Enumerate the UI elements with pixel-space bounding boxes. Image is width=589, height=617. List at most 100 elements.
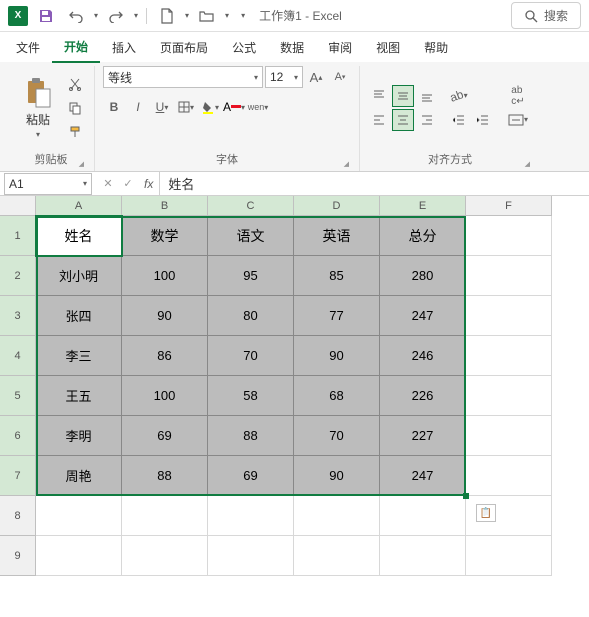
tab-文件[interactable]: 文件	[4, 33, 52, 62]
col-header-E[interactable]: E	[380, 196, 466, 216]
qat-customize-icon[interactable]: ▾	[241, 11, 245, 20]
cell-B6[interactable]: 69	[122, 416, 208, 456]
cell-F4[interactable]	[466, 336, 552, 376]
cell-A3[interactable]: 张四	[36, 296, 122, 336]
col-header-C[interactable]: C	[208, 196, 294, 216]
tab-插入[interactable]: 插入	[100, 33, 148, 62]
decrease-indent-button[interactable]	[448, 109, 470, 131]
cell-D9[interactable]	[294, 536, 380, 576]
name-box[interactable]: A1▾	[4, 173, 92, 195]
row-header-6[interactable]: 6	[0, 416, 36, 456]
row-header-4[interactable]: 4	[0, 336, 36, 376]
cell-F3[interactable]	[466, 296, 552, 336]
fill-color-button[interactable]: ▾	[199, 96, 221, 118]
cell-E4[interactable]: 246	[380, 336, 466, 376]
open-dropdown-icon[interactable]: ▾	[225, 11, 229, 20]
row-header-5[interactable]: 5	[0, 376, 36, 416]
row-header-1[interactable]: 1	[0, 216, 36, 256]
cell-B1[interactable]: 数学	[122, 216, 208, 256]
paste-options-button[interactable]: 📋	[476, 504, 496, 522]
cell-D5[interactable]: 68	[294, 376, 380, 416]
row-header-3[interactable]: 3	[0, 296, 36, 336]
cut-button[interactable]	[64, 73, 86, 95]
cell-E6[interactable]: 227	[380, 416, 466, 456]
tab-公式[interactable]: 公式	[220, 33, 268, 62]
undo-button[interactable]	[64, 4, 88, 28]
cell-C5[interactable]: 58	[208, 376, 294, 416]
formula-input[interactable]: 姓名	[160, 174, 589, 193]
cell-C7[interactable]: 69	[208, 456, 294, 496]
increase-indent-button[interactable]	[472, 109, 494, 131]
open-button[interactable]	[195, 4, 219, 28]
tab-页面布局[interactable]: 页面布局	[148, 33, 220, 62]
undo-dropdown-icon[interactable]: ▾	[94, 11, 98, 20]
cell-C6[interactable]: 88	[208, 416, 294, 456]
cell-B4[interactable]: 86	[122, 336, 208, 376]
italic-button[interactable]: I	[127, 96, 149, 118]
underline-button[interactable]: U▾	[151, 96, 173, 118]
align-middle-button[interactable]	[392, 85, 414, 107]
select-all-corner[interactable]	[0, 196, 36, 216]
cell-F6[interactable]	[466, 416, 552, 456]
cell-A5[interactable]: 王五	[36, 376, 122, 416]
cell-D3[interactable]: 77	[294, 296, 380, 336]
col-header-F[interactable]: F	[466, 196, 552, 216]
col-header-D[interactable]: D	[294, 196, 380, 216]
cell-C8[interactable]	[208, 496, 294, 536]
cell-E3[interactable]: 247	[380, 296, 466, 336]
cell-C4[interactable]: 70	[208, 336, 294, 376]
cell-B8[interactable]	[122, 496, 208, 536]
align-right-button[interactable]	[416, 109, 438, 131]
copy-button[interactable]	[64, 97, 86, 119]
cell-C9[interactable]	[208, 536, 294, 576]
cell-F1[interactable]	[466, 216, 552, 256]
orientation-button[interactable]: ab▾	[448, 85, 470, 107]
cell-E1[interactable]: 总分	[380, 216, 466, 256]
format-painter-button[interactable]	[64, 121, 86, 143]
paste-button[interactable]: 粘贴 ▾	[16, 73, 60, 143]
row-header-2[interactable]: 2	[0, 256, 36, 296]
cell-B9[interactable]	[122, 536, 208, 576]
row-header-7[interactable]: 7	[0, 456, 36, 496]
tab-视图[interactable]: 视图	[364, 33, 412, 62]
align-center-button[interactable]	[392, 109, 414, 131]
align-bottom-button[interactable]	[416, 85, 438, 107]
cell-A6[interactable]: 李明	[36, 416, 122, 456]
bold-button[interactable]: B	[103, 96, 125, 118]
cell-F5[interactable]	[466, 376, 552, 416]
cell-E2[interactable]: 280	[380, 256, 466, 296]
col-header-A[interactable]: A	[36, 196, 122, 216]
cell-F7[interactable]	[466, 456, 552, 496]
wrap-text-button[interactable]: abc↵	[504, 85, 532, 107]
row-header-8[interactable]: 8	[0, 496, 36, 536]
font-size-select[interactable]: 12▾	[265, 66, 303, 88]
cell-A4[interactable]: 李三	[36, 336, 122, 376]
cell-B3[interactable]: 90	[122, 296, 208, 336]
font-color-button[interactable]: A▾	[223, 96, 245, 118]
merge-center-button[interactable]: ▾	[504, 109, 532, 131]
cell-B2[interactable]: 100	[122, 256, 208, 296]
font-name-select[interactable]: 等线▾	[103, 66, 263, 88]
align-left-button[interactable]	[368, 109, 390, 131]
tab-审阅[interactable]: 审阅	[316, 33, 364, 62]
cell-D1[interactable]: 英语	[294, 216, 380, 256]
save-button[interactable]	[34, 4, 58, 28]
redo-dropdown-icon[interactable]: ▾	[134, 11, 138, 20]
cell-D6[interactable]: 70	[294, 416, 380, 456]
tab-开始[interactable]: 开始	[52, 32, 100, 63]
border-button[interactable]: ▾	[175, 96, 197, 118]
cancel-formula-button[interactable]: ✕	[98, 177, 118, 190]
align-top-button[interactable]	[368, 85, 390, 107]
row-header-9[interactable]: 9	[0, 536, 36, 576]
cell-E9[interactable]	[380, 536, 466, 576]
new-file-button[interactable]	[155, 4, 179, 28]
fill-handle[interactable]	[463, 493, 469, 499]
cell-A7[interactable]: 周艳	[36, 456, 122, 496]
cell-D7[interactable]: 90	[294, 456, 380, 496]
cell-C2[interactable]: 95	[208, 256, 294, 296]
tab-帮助[interactable]: 帮助	[412, 33, 460, 62]
cell-D8[interactable]	[294, 496, 380, 536]
cell-E7[interactable]: 247	[380, 456, 466, 496]
cell-A2[interactable]: 刘小明	[36, 256, 122, 296]
col-header-B[interactable]: B	[122, 196, 208, 216]
